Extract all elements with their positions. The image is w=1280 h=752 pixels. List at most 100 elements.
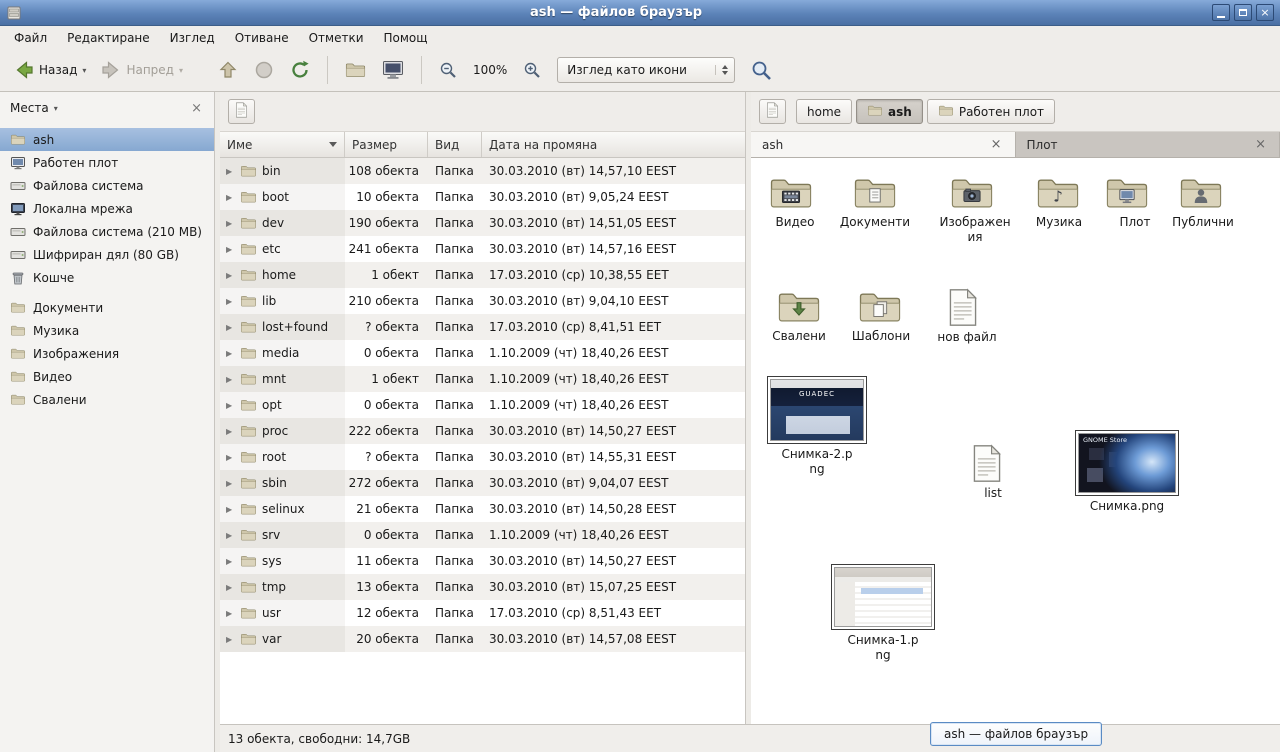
path-button[interactable]: ash bbox=[856, 99, 923, 124]
sidebar-item[interactable]: ash bbox=[0, 128, 214, 151]
expander-icon[interactable]: ▶ bbox=[226, 323, 235, 332]
column-header-size[interactable]: Размер bbox=[345, 132, 428, 157]
image-icon-item[interactable]: Снимка-1.png bbox=[831, 564, 935, 663]
table-row[interactable]: ▶media0 обектаПапка1.10.2009 (чт) 18,40,… bbox=[220, 340, 745, 366]
file-icon-item[interactable]: list bbox=[955, 444, 1019, 501]
expander-icon[interactable]: ▶ bbox=[226, 453, 235, 462]
sidebar-item[interactable]: Файлова система (210 MB) bbox=[0, 220, 214, 243]
menu-item[interactable]: Изглед bbox=[160, 28, 225, 48]
places-dropdown-icon[interactable]: ▾ bbox=[54, 104, 58, 113]
sidebar-item[interactable]: Локална мрежа bbox=[0, 197, 214, 220]
menu-item[interactable]: Отиване bbox=[225, 28, 299, 48]
close-button[interactable]: × bbox=[1256, 4, 1274, 21]
table-row[interactable]: ▶selinux21 обектаПапка30.03.2010 (вт) 14… bbox=[220, 496, 745, 522]
folder-icon-item[interactable]: ♪Музика bbox=[1021, 174, 1095, 230]
expander-icon[interactable]: ▶ bbox=[226, 193, 235, 202]
image-icon-item[interactable]: GUADECСнимка-2.png bbox=[767, 376, 867, 477]
menu-item[interactable]: Редактиране bbox=[57, 28, 160, 48]
view-mode-select[interactable]: Изглед като икони bbox=[557, 57, 735, 83]
table-row[interactable]: ▶mnt1 обектПапка1.10.2009 (чт) 18,40,26 … bbox=[220, 366, 745, 392]
folder-icon-item[interactable]: Видео bbox=[757, 174, 825, 230]
table-row[interactable]: ▶srv0 обектаПапка1.10.2009 (чт) 18,40,26… bbox=[220, 522, 745, 548]
table-row[interactable]: ▶bin108 обектаПапка30.03.2010 (вт) 14,57… bbox=[220, 158, 745, 184]
table-row[interactable]: ▶usr12 обектаПапка17.03.2010 (ср) 8,51,4… bbox=[220, 600, 745, 626]
path-button[interactable]: Работен плот bbox=[927, 99, 1055, 124]
table-row[interactable]: ▶dev190 обектаПапка30.03.2010 (вт) 14,51… bbox=[220, 210, 745, 236]
table-row[interactable]: ▶sys11 обектаПапка30.03.2010 (вт) 14,50,… bbox=[220, 548, 745, 574]
table-row[interactable]: ▶lost+found? обектаПапка17.03.2010 (ср) … bbox=[220, 314, 745, 340]
back-history-dropdown-icon[interactable]: ▾ bbox=[82, 66, 86, 75]
table-row[interactable]: ▶proc222 обектаПапка30.03.2010 (вт) 14,5… bbox=[220, 418, 745, 444]
zoom-out-button[interactable] bbox=[431, 55, 465, 85]
computer-button[interactable] bbox=[374, 54, 412, 86]
tab[interactable]: Плот× bbox=[1016, 132, 1280, 157]
icon-view[interactable]: ВидеоДокументи Изображения♪МузикаПлотПубл… bbox=[751, 158, 1280, 724]
table-row[interactable]: ▶etc241 обектаПапка30.03.2010 (вт) 14,57… bbox=[220, 236, 745, 262]
stop-button[interactable] bbox=[246, 54, 282, 86]
sidebar-item[interactable]: Видео bbox=[0, 365, 214, 388]
back-button[interactable]: Назад ▾ bbox=[6, 54, 93, 86]
pathbar-scroll-button[interactable] bbox=[759, 99, 786, 124]
sidebar-item[interactable]: Документи bbox=[0, 296, 214, 319]
expander-icon[interactable]: ▶ bbox=[226, 245, 235, 254]
places-close-button[interactable]: × bbox=[187, 101, 206, 116]
expander-icon[interactable]: ▶ bbox=[226, 349, 235, 358]
folder-icon-item[interactable]: Свалени bbox=[761, 288, 837, 344]
taskbar-window-button[interactable]: ash — файлов браузър bbox=[930, 722, 1102, 746]
expander-icon[interactable]: ▶ bbox=[226, 167, 235, 176]
folder-icon-item[interactable]: Публични bbox=[1165, 174, 1237, 230]
column-header-kind[interactable]: Вид bbox=[428, 132, 482, 157]
sidebar-item[interactable]: Работен плот bbox=[0, 151, 214, 174]
path-button[interactable]: home bbox=[796, 99, 852, 124]
tab-close-button[interactable]: × bbox=[989, 137, 1004, 152]
folder-icon-item[interactable]: Плот bbox=[1097, 174, 1157, 230]
maximize-button[interactable] bbox=[1234, 4, 1252, 21]
expander-icon[interactable]: ▶ bbox=[226, 557, 235, 566]
column-header-date[interactable]: Дата на промяна bbox=[482, 132, 745, 157]
table-row[interactable]: ▶boot10 обектаПапка30.03.2010 (вт) 9,05,… bbox=[220, 184, 745, 210]
folder-icon-item[interactable]: Изображения bbox=[937, 174, 1007, 245]
expander-icon[interactable]: ▶ bbox=[226, 635, 235, 644]
expander-icon[interactable]: ▶ bbox=[226, 479, 235, 488]
column-header-name[interactable]: Име bbox=[220, 132, 345, 157]
tab[interactable]: ash× bbox=[751, 132, 1016, 157]
menu-item[interactable]: Отметки bbox=[299, 28, 374, 48]
reload-button[interactable] bbox=[282, 54, 318, 86]
table-row[interactable]: ▶lib210 обектаПапка30.03.2010 (вт) 9,04,… bbox=[220, 288, 745, 314]
expander-icon[interactable]: ▶ bbox=[226, 219, 235, 228]
minimize-button[interactable] bbox=[1212, 4, 1230, 21]
places-title[interactable]: Места bbox=[10, 101, 49, 115]
home-button[interactable] bbox=[337, 56, 374, 84]
forward-button[interactable]: Напред ▾ bbox=[93, 54, 190, 86]
expander-icon[interactable]: ▶ bbox=[226, 297, 235, 306]
expander-icon[interactable]: ▶ bbox=[226, 583, 235, 592]
image-icon-item[interactable]: GNOME StoreСнимка.png bbox=[1075, 430, 1179, 514]
folder-icon-item[interactable]: Шаблони bbox=[843, 288, 917, 344]
search-button[interactable] bbox=[743, 54, 780, 87]
folder-icon-item[interactable]: Документи bbox=[835, 174, 915, 230]
expander-icon[interactable]: ▶ bbox=[226, 427, 235, 436]
expander-icon[interactable]: ▶ bbox=[226, 531, 235, 540]
sidebar-item[interactable]: Изображения bbox=[0, 342, 214, 365]
table-row[interactable]: ▶var20 обектаПапка30.03.2010 (вт) 14,57,… bbox=[220, 626, 745, 652]
window-icon[interactable] bbox=[6, 4, 24, 22]
menu-item[interactable]: Помощ bbox=[374, 28, 438, 48]
sidebar-item[interactable]: Музика bbox=[0, 319, 214, 342]
zoom-in-button[interactable] bbox=[515, 55, 549, 85]
sidebar-item[interactable]: Кошче bbox=[0, 266, 214, 289]
expander-icon[interactable]: ▶ bbox=[226, 375, 235, 384]
table-row[interactable]: ▶sbin272 обектаПапка30.03.2010 (вт) 9,04… bbox=[220, 470, 745, 496]
expander-icon[interactable]: ▶ bbox=[226, 505, 235, 514]
root-path-button[interactable] bbox=[228, 99, 255, 124]
table-row[interactable]: ▶opt0 обектаПапка1.10.2009 (чт) 18,40,26… bbox=[220, 392, 745, 418]
sidebar-item[interactable]: Свалени bbox=[0, 388, 214, 411]
sidebar-item[interactable]: Шифриран дял (80 GB) bbox=[0, 243, 214, 266]
expander-icon[interactable]: ▶ bbox=[226, 401, 235, 410]
expander-icon[interactable]: ▶ bbox=[226, 609, 235, 618]
table-row[interactable]: ▶home1 обектПапка17.03.2010 (ср) 10,38,5… bbox=[220, 262, 745, 288]
menu-item[interactable]: Файл bbox=[4, 28, 57, 48]
table-row[interactable]: ▶root? обектаПапка30.03.2010 (вт) 14,55,… bbox=[220, 444, 745, 470]
table-row[interactable]: ▶tmp13 обектаПапка30.03.2010 (вт) 15,07,… bbox=[220, 574, 745, 600]
tab-close-button[interactable]: × bbox=[1253, 137, 1268, 152]
sidebar-item[interactable]: Файлова система bbox=[0, 174, 214, 197]
